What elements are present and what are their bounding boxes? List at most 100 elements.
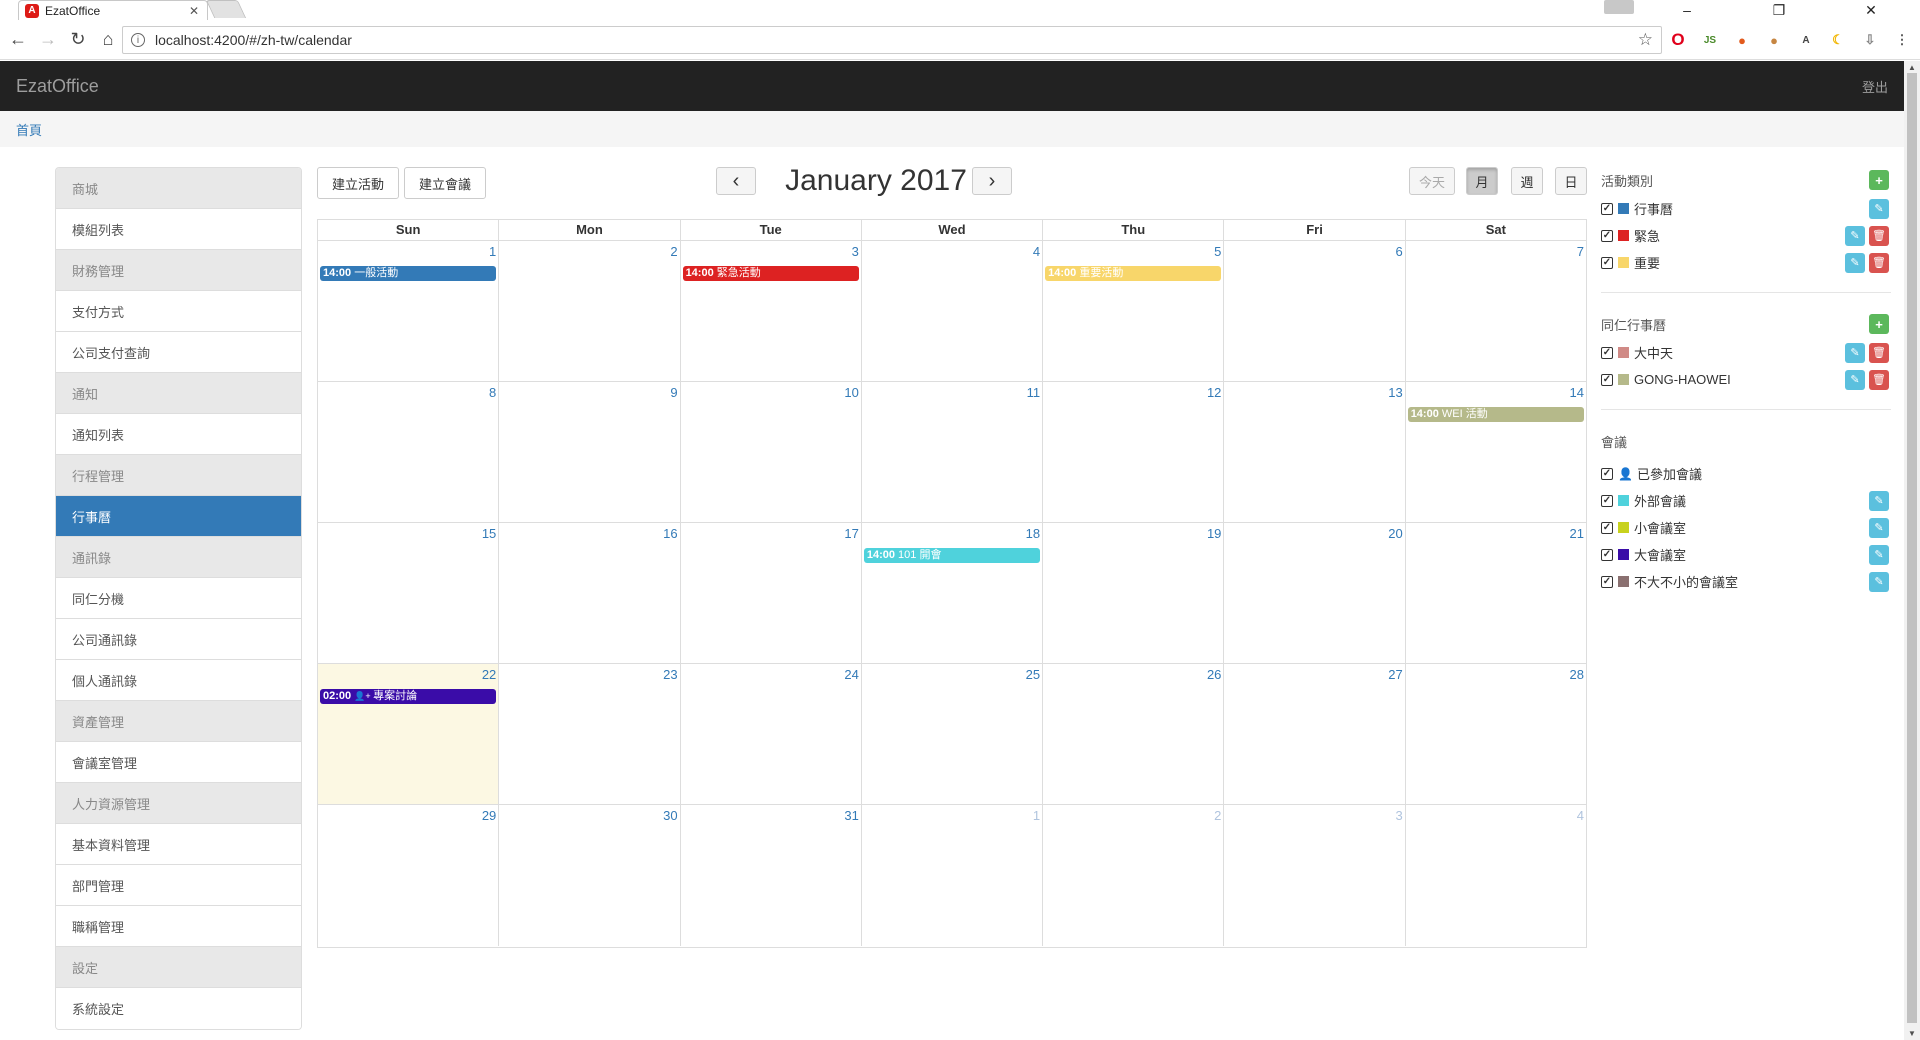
scroll-down-icon[interactable]: ▼ — [1908, 1029, 1916, 1038]
checkbox-checked[interactable]: ✓ — [1601, 521, 1613, 534]
sidebar-item[interactable]: 系統設定 — [56, 988, 301, 1029]
day-number[interactable]: 4 — [1033, 244, 1040, 259]
day-number[interactable]: 1 — [1033, 808, 1040, 823]
day-number[interactable]: 11 — [1027, 385, 1041, 400]
address-bar[interactable]: i localhost:4200/#/zh-tw/calendar ☆ — [122, 26, 1662, 54]
checkbox-checked[interactable]: ✓ — [1601, 202, 1613, 215]
day-cell[interactable]: 5 14:00 重要活動 — [1043, 241, 1225, 381]
day-cell[interactable]: 27 — [1224, 664, 1406, 804]
day-cell[interactable]: 10 — [681, 382, 862, 522]
day-number[interactable]: 14 — [1570, 385, 1584, 400]
day-cell[interactable]: 22 02:00 👤+ 專案討論 — [318, 664, 500, 804]
day-cell[interactable]: 29 — [318, 805, 500, 946]
edit-pencil-icon[interactable]: ✎ — [1845, 342, 1865, 363]
breadcrumb-home[interactable]: 首頁 — [16, 120, 42, 139]
calendar-event[interactable]: 14:00 緊急活動 — [682, 266, 859, 281]
day-cell[interactable]: 17 — [681, 523, 862, 663]
sidebar-item[interactable]: 部門管理 — [56, 865, 301, 906]
checkbox-checked[interactable]: ✓ — [1601, 346, 1613, 359]
day-number[interactable]: 23 — [663, 667, 677, 682]
day-number[interactable]: 27 — [1388, 667, 1402, 682]
opera-extension-icon[interactable]: O — [1668, 30, 1688, 50]
day-number[interactable]: 26 — [1207, 667, 1221, 682]
day-cell[interactable]: 4 — [1406, 805, 1586, 946]
create-meeting-button[interactable]: 建立會議 — [404, 167, 486, 199]
tab-close-icon[interactable]: ✕ — [189, 4, 199, 18]
delete-trash-icon[interactable]: 🗑 — [1869, 342, 1889, 363]
day-cell[interactable]: 31 — [681, 805, 862, 946]
day-number[interactable]: 29 — [482, 808, 496, 823]
day-cell[interactable]: 8 — [318, 382, 500, 522]
scrollbar-thumb[interactable] — [1907, 73, 1917, 1023]
day-cell[interactable]: 12 — [1043, 382, 1225, 522]
reload-icon[interactable]: ↻ — [66, 28, 90, 52]
day-number[interactable]: 1 — [489, 244, 496, 259]
delete-trash-icon[interactable]: 🗑 — [1869, 369, 1889, 390]
day-cell[interactable]: 30 — [499, 805, 681, 946]
sidebar-item[interactable]: 職稱管理 — [56, 906, 301, 947]
day-cell[interactable]: 1 14:00 一般活動 — [318, 241, 500, 381]
create-event-button[interactable]: 建立活動 — [317, 167, 399, 199]
day-cell[interactable]: 24 — [681, 664, 862, 804]
calendar-event[interactable]: 14:00 一般活動 — [320, 266, 497, 281]
day-cell[interactable]: 15 — [318, 523, 500, 663]
day-cell[interactable]: 11 — [862, 382, 1044, 522]
day-cell[interactable]: 4 — [862, 241, 1044, 381]
sidebar-item[interactable]: 模組列表 — [56, 209, 301, 250]
day-cell[interactable]: 25 — [862, 664, 1044, 804]
forward-arrow-icon[interactable]: → — [36, 28, 60, 52]
menu-dots-icon[interactable]: ⋮ — [1892, 30, 1912, 50]
day-cell[interactable]: 2 — [499, 241, 681, 381]
brand-logo[interactable]: EzatOffice — [16, 76, 99, 97]
calendar-event[interactable]: 14:00 重要活動 — [1045, 266, 1222, 281]
day-number[interactable]: 22 — [482, 667, 496, 682]
checkbox-checked[interactable]: ✓ — [1601, 494, 1613, 507]
day-number[interactable]: 9 — [670, 385, 677, 400]
day-number[interactable]: 15 — [482, 526, 496, 541]
day-view-button[interactable]: 日 — [1555, 167, 1587, 195]
day-number[interactable]: 16 — [663, 526, 677, 541]
day-cell[interactable]: 19 — [1043, 523, 1225, 663]
day-number[interactable]: 30 — [663, 808, 677, 823]
month-view-button[interactable]: 月 — [1466, 167, 1498, 195]
sidebar-item[interactable]: 會議室管理 — [56, 742, 301, 783]
day-number[interactable]: 2 — [670, 244, 677, 259]
day-cell[interactable]: 18 14:00 101 開會 — [862, 523, 1044, 663]
js-extension-icon[interactable]: JS — [1700, 30, 1720, 50]
day-number[interactable]: 13 — [1388, 385, 1402, 400]
day-cell[interactable]: 6 — [1224, 241, 1406, 381]
new-tab-button[interactable] — [205, 0, 247, 18]
day-number[interactable]: 25 — [1026, 667, 1040, 682]
info-icon[interactable]: i — [131, 33, 145, 47]
checkbox-checked[interactable]: ✓ — [1601, 548, 1613, 561]
day-cell[interactable]: 21 — [1406, 523, 1586, 663]
edit-pencil-icon[interactable]: ✎ — [1845, 369, 1865, 390]
checkbox-checked[interactable]: ✓ — [1601, 256, 1613, 269]
day-number[interactable]: 19 — [1207, 526, 1221, 541]
delete-trash-icon[interactable]: 🗑 — [1869, 225, 1889, 246]
sidebar-item[interactable]: 公司通訊錄 — [56, 619, 301, 660]
sidebar-item[interactable]: 通知列表 — [56, 414, 301, 455]
page-scrollbar[interactable]: ▲ ▼ — [1904, 61, 1920, 1040]
day-cell[interactable]: 7 — [1406, 241, 1586, 381]
day-number[interactable]: 21 — [1570, 526, 1584, 541]
day-cell[interactable]: 1 — [862, 805, 1044, 946]
day-cell[interactable]: 2 — [1043, 805, 1225, 946]
checkbox-checked[interactable]: ✓ — [1601, 229, 1613, 242]
checkbox-checked[interactable]: ✓ — [1601, 373, 1613, 386]
restore-button[interactable]: ❐ — [1756, 0, 1802, 20]
day-number[interactable]: 2 — [1214, 808, 1221, 823]
translate-extension-icon[interactable]: A — [1796, 30, 1816, 50]
day-cell[interactable]: 16 — [499, 523, 681, 663]
sidebar-item[interactable]: 基本資料管理 — [56, 824, 301, 865]
calendar-event[interactable]: 14:00 101 開會 — [863, 548, 1041, 563]
back-arrow-icon[interactable]: ← — [6, 28, 30, 52]
browser-tab[interactable]: A EzatOffice ✕ — [18, 0, 208, 20]
edit-pencil-icon[interactable]: ✎ — [1845, 225, 1865, 246]
delete-trash-icon[interactable]: 🗑 — [1869, 252, 1889, 273]
day-number[interactable]: 20 — [1388, 526, 1402, 541]
sidebar-item[interactable]: 公司支付查詢 — [56, 332, 301, 373]
day-number[interactable]: 24 — [844, 667, 858, 682]
checkbox-checked[interactable]: ✓ — [1601, 575, 1613, 588]
download-extension-icon[interactable]: ⇩ — [1860, 30, 1880, 50]
